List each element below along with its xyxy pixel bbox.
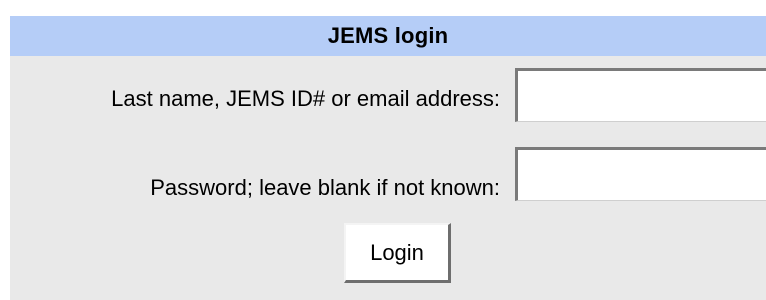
- login-panel: JEMS login Last name, JEMS ID# or email …: [10, 16, 766, 300]
- password-label: Password; leave blank if not known:: [150, 175, 500, 200]
- username-label: Last name, JEMS ID# or email address:: [111, 86, 500, 111]
- page-title: JEMS login: [327, 23, 449, 48]
- header-bar: JEMS login: [10, 16, 766, 56]
- login-button[interactable]: Login: [344, 223, 451, 283]
- username-input[interactable]: [515, 68, 766, 122]
- password-input[interactable]: [515, 147, 766, 201]
